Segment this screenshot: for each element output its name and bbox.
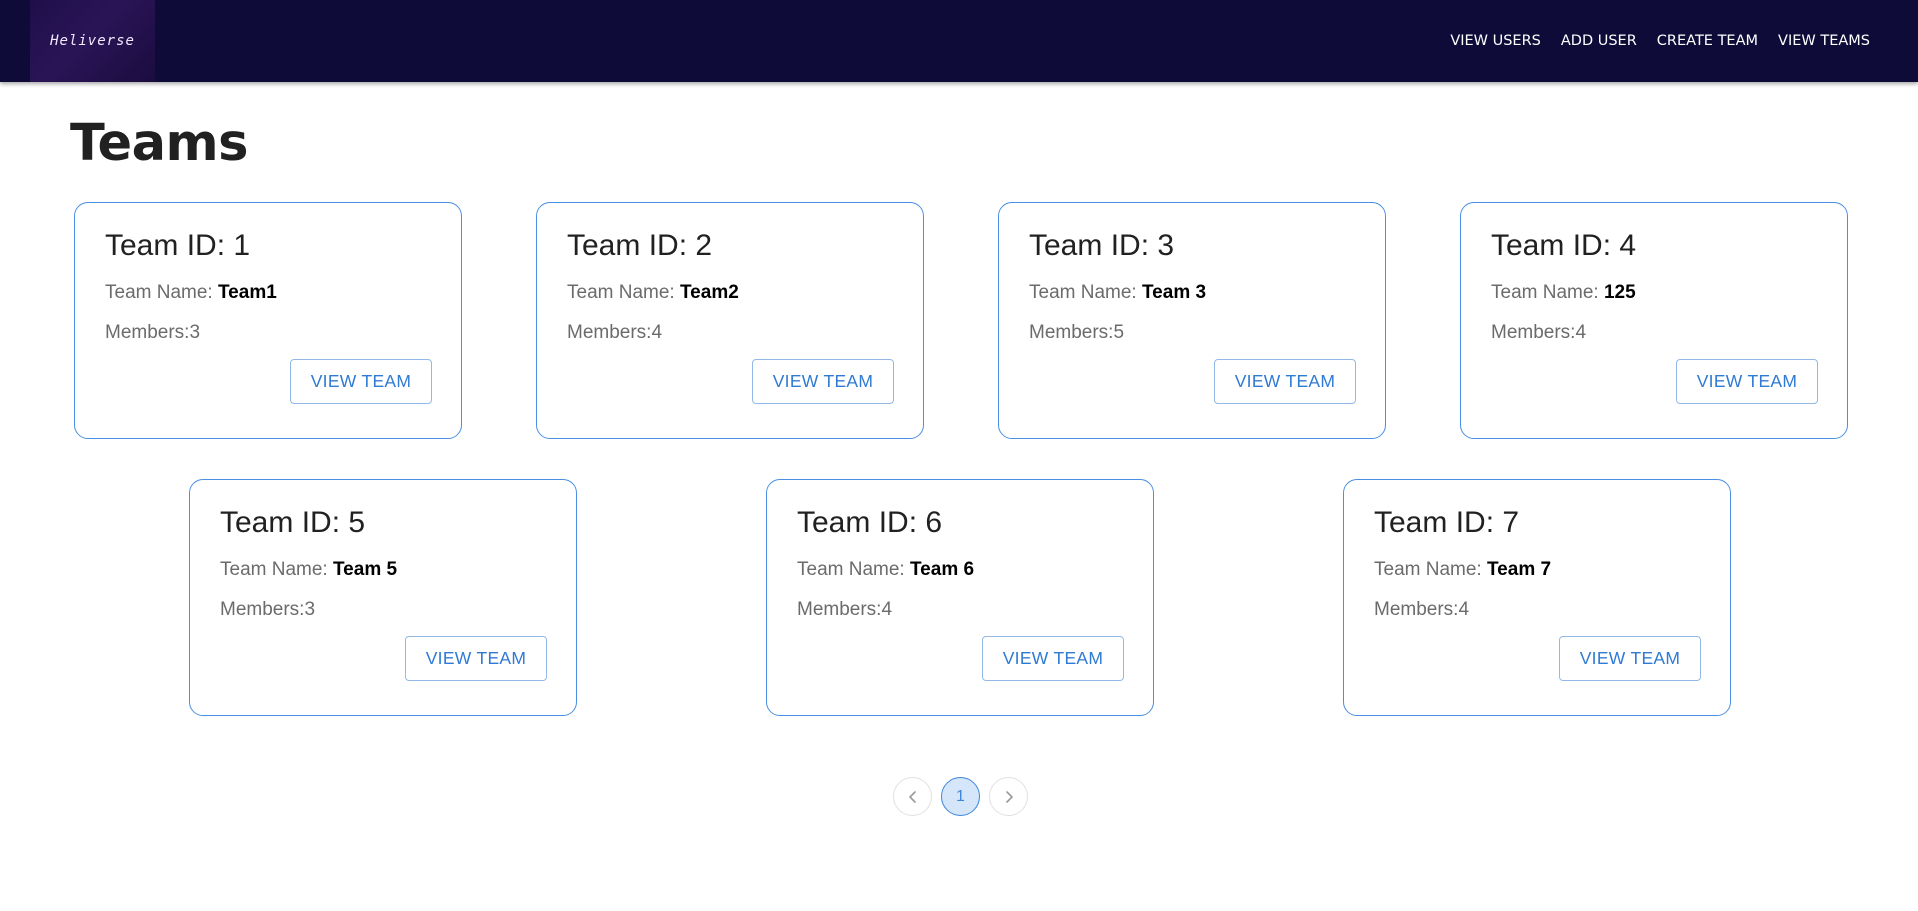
team-card: Team ID: 7 Team Name: Team 7 Members:4 V… bbox=[1343, 479, 1731, 716]
team-name-value: 125 bbox=[1603, 282, 1636, 303]
team-name-label: Team Name: bbox=[220, 559, 328, 580]
team-name-value: Team2 bbox=[679, 282, 739, 303]
members-count: 3 bbox=[189, 322, 201, 343]
team-name: Team Name: Team2 bbox=[567, 282, 739, 304]
team-id: Team ID: 2 bbox=[567, 229, 713, 262]
nav-links: VIEW USERS ADD USER CREATE TEAM VIEW TEA… bbox=[1440, 0, 1880, 82]
team-id: Team ID: 7 bbox=[1374, 506, 1520, 539]
team-members: Members:3 bbox=[220, 599, 315, 621]
members-label: Members: bbox=[797, 599, 882, 620]
team-members: Members:4 bbox=[1491, 322, 1586, 344]
team-name-value: Team 5 bbox=[332, 559, 398, 580]
nav-create-team[interactable]: CREATE TEAM bbox=[1647, 25, 1768, 57]
view-team-button[interactable]: VIEW TEAM bbox=[1559, 636, 1701, 681]
view-team-button[interactable]: VIEW TEAM bbox=[982, 636, 1124, 681]
team-name-value: Team 6 bbox=[909, 559, 975, 580]
team-name: Team Name: Team 7 bbox=[1374, 559, 1551, 581]
team-id: Team ID: 6 bbox=[797, 506, 943, 539]
team-members: Members:3 bbox=[105, 322, 200, 344]
nav-view-teams[interactable]: VIEW TEAMS bbox=[1768, 25, 1880, 57]
team-id: Team ID: 3 bbox=[1029, 229, 1175, 262]
logo[interactable]: Heliverse bbox=[30, 0, 155, 82]
view-team-button[interactable]: VIEW TEAM bbox=[1676, 359, 1818, 404]
team-name-label: Team Name: bbox=[1491, 282, 1599, 303]
team-members: Members:4 bbox=[797, 599, 892, 621]
team-name-value: Team 7 bbox=[1486, 559, 1552, 580]
team-members: Members:4 bbox=[1374, 599, 1469, 621]
top-navbar: Heliverse VIEW USERS ADD USER CREATE TEA… bbox=[0, 0, 1918, 82]
team-id: Team ID: 1 bbox=[105, 229, 251, 262]
team-members: Members:5 bbox=[1029, 322, 1124, 344]
members-label: Members: bbox=[1374, 599, 1459, 620]
view-team-button[interactable]: VIEW TEAM bbox=[290, 359, 432, 404]
team-id: Team ID: 5 bbox=[220, 506, 366, 539]
team-members: Members:4 bbox=[567, 322, 662, 344]
next-page-button[interactable] bbox=[989, 777, 1028, 816]
prev-page-button[interactable] bbox=[893, 777, 932, 816]
team-name: Team Name: Team 5 bbox=[220, 559, 397, 581]
pagination: 1 bbox=[893, 777, 1028, 816]
team-name-label: Team Name: bbox=[1029, 282, 1137, 303]
nav-view-users[interactable]: VIEW USERS bbox=[1440, 25, 1551, 57]
members-label: Members: bbox=[220, 599, 305, 620]
team-name: Team Name: 125 bbox=[1491, 282, 1636, 304]
view-team-button[interactable]: VIEW TEAM bbox=[752, 359, 894, 404]
members-count: 4 bbox=[1575, 322, 1587, 343]
chevron-left-icon bbox=[908, 790, 916, 803]
team-card: Team ID: 5 Team Name: Team 5 Members:3 V… bbox=[189, 479, 577, 716]
team-name: Team Name: Team1 bbox=[105, 282, 277, 304]
team-name-label: Team Name: bbox=[567, 282, 675, 303]
team-card: Team ID: 6 Team Name: Team 6 Members:4 V… bbox=[766, 479, 1154, 716]
members-label: Members: bbox=[1029, 322, 1114, 343]
team-card: Team ID: 2 Team Name: Team2 Members:4 VI… bbox=[536, 202, 924, 439]
team-name: Team Name: Team 3 bbox=[1029, 282, 1206, 304]
members-count: 5 bbox=[1113, 322, 1125, 343]
team-card: Team ID: 4 Team Name: 125 Members:4 VIEW… bbox=[1460, 202, 1848, 439]
team-card: Team ID: 3 Team Name: Team 3 Members:5 V… bbox=[998, 202, 1386, 439]
page-1-button[interactable]: 1 bbox=[941, 777, 980, 816]
members-count: 3 bbox=[304, 599, 316, 620]
members-label: Members: bbox=[105, 322, 190, 343]
members-label: Members: bbox=[567, 322, 652, 343]
nav-add-user[interactable]: ADD USER bbox=[1551, 25, 1647, 57]
members-count: 4 bbox=[1458, 599, 1470, 620]
team-name: Team Name: Team 6 bbox=[797, 559, 974, 581]
view-team-button[interactable]: VIEW TEAM bbox=[405, 636, 547, 681]
members-label: Members: bbox=[1491, 322, 1576, 343]
team-name-label: Team Name: bbox=[1374, 559, 1482, 580]
team-name-value: Team 3 bbox=[1141, 282, 1207, 303]
members-count: 4 bbox=[651, 322, 663, 343]
team-name-label: Team Name: bbox=[105, 282, 213, 303]
view-team-button[interactable]: VIEW TEAM bbox=[1214, 359, 1356, 404]
team-name-value: Team1 bbox=[217, 282, 277, 303]
logo-text: Heliverse bbox=[50, 33, 135, 49]
members-count: 4 bbox=[881, 599, 893, 620]
chevron-right-icon bbox=[1005, 790, 1013, 803]
team-id: Team ID: 4 bbox=[1491, 229, 1637, 262]
team-card: Team ID: 1 Team Name: Team1 Members:3 VI… bbox=[74, 202, 462, 439]
page-title: Teams bbox=[70, 114, 249, 173]
team-name-label: Team Name: bbox=[797, 559, 905, 580]
